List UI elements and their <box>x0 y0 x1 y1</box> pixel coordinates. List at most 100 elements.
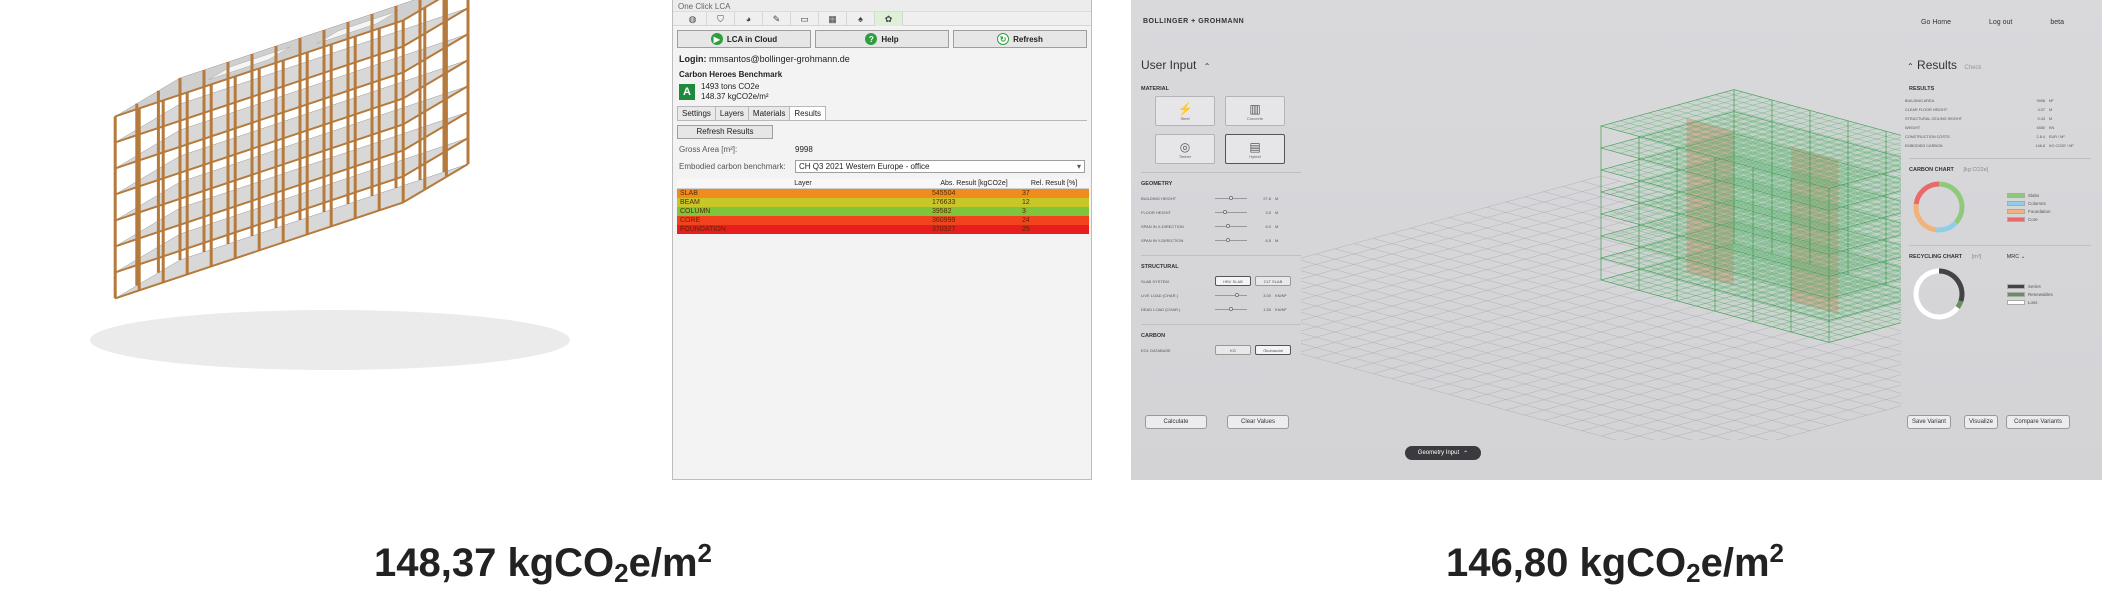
result-unit: M <box>2049 116 2053 121</box>
table-cell: 3 <box>1022 208 1026 215</box>
table-cell: 176633 <box>932 199 956 206</box>
recycling-metric-select[interactable]: MRC ⌄ <box>2007 254 2026 260</box>
param-unit: KN/M² <box>1275 292 1287 298</box>
table-cell: 360999 <box>932 217 956 224</box>
calculate-button[interactable]: Calculate <box>1145 415 1207 429</box>
benchmark-grade: A 1493 tons CO2e 148.37 kgCO2e/m² <box>673 79 1091 102</box>
ground-grid-line <box>1301 175 1602 259</box>
user-input-title[interactable]: User Input ⌃ <box>1141 58 1210 72</box>
legend-item: Foundation <box>2007 207 2051 215</box>
param-slider[interactable] <box>1215 209 1247 214</box>
bell-icon[interactable]: ♠ <box>847 12 875 26</box>
slab-system-row: SLAB SYSTEM HBV SLAB CLT SLAB <box>1137 274 1305 288</box>
lca-in-cloud-button[interactable]: ▶ LCA in Cloud <box>677 30 811 48</box>
play-icon: ▶ <box>710 33 723 45</box>
legend-label: Slabs <box>2028 192 2040 198</box>
material-option-concrete[interactable]: ▥ Concrete <box>1225 96 1285 126</box>
carbon-chart-section: CARBON CHART [kg CO2e] <box>1909 167 1989 173</box>
slider-knob[interactable] <box>1226 237 1231 242</box>
shield-icon[interactable]: ⛉ <box>707 12 735 26</box>
legend-label: Foundation <box>2028 208 2051 214</box>
tab-results[interactable]: Results <box>789 106 827 120</box>
material-label: Concrete <box>1246 115 1264 121</box>
param-value[interactable]: 6.5 <box>1253 238 1271 243</box>
table-cell: FOUNDATION <box>680 226 726 233</box>
compare-variants-button[interactable]: Compare Variants <box>2006 415 2070 429</box>
user-input-panel: MATERIAL ⚡ Steel ▥ Concrete ◎ Timber ▤ Hybrid G… <box>1137 82 1305 357</box>
folder-icon[interactable]: ▭ <box>791 12 819 26</box>
table-icon[interactable]: ▦ <box>819 12 847 26</box>
result-label: EMBODIED CARBON <box>1905 143 1943 148</box>
param-label: SPAN IN Y-DIRECTION <box>1141 237 1184 243</box>
divider <box>1141 255 1301 256</box>
refresh-results-button[interactable]: Refresh Results <box>677 125 773 139</box>
result-unit: EUR / M² <box>2049 134 2065 139</box>
login-email: mmsantos@bollinger-grohmann.de <box>709 54 850 64</box>
go-home-link[interactable]: Go Home <box>1921 19 1951 26</box>
table-cell: SLAB <box>680 190 698 197</box>
web-app: BOLLINGER + GROHMANN Go Home Log out bet… <box>1131 0 2102 480</box>
save-variant-button[interactable]: Save Variant <box>1907 415 1951 429</box>
param-slider[interactable] <box>1215 237 1247 242</box>
help-button[interactable]: ? Help <box>815 30 949 48</box>
plugin-icon[interactable]: ✿ <box>875 12 903 26</box>
table-cell: COLUMN <box>680 208 711 215</box>
legend-item: Columns <box>2007 199 2051 207</box>
legend-swatch <box>2007 299 2025 305</box>
param-value[interactable]: 27.6 <box>1253 196 1271 201</box>
slider-knob[interactable] <box>1223 209 1228 214</box>
param-value[interactable]: 6.0 <box>1253 224 1271 229</box>
table-cell: 24 <box>1022 217 1030 224</box>
material-label: Hybrid <box>1249 153 1261 159</box>
param-slider[interactable] <box>1215 292 1247 297</box>
slab-option-hbv[interactable]: HBV SLAB <box>1215 276 1251 286</box>
result-row: WEIGHT 4580 KN <box>1905 123 2095 132</box>
gross-area-value: 9998 <box>795 145 813 154</box>
concrete-icon: ▥ <box>1249 101 1261 116</box>
structural-section: STRUCTURAL <box>1141 264 1179 270</box>
clear-values-button[interactable]: Clear Values <box>1227 415 1289 429</box>
param-slider[interactable] <box>1215 306 1247 311</box>
slider-knob[interactable] <box>1229 306 1233 311</box>
table-cell: 37 <box>1022 190 1030 197</box>
param-slider[interactable] <box>1215 195 1247 200</box>
globe-icon[interactable]: ◕ <box>735 12 763 26</box>
benchmark-select[interactable]: CH Q3 2021 Western Europe - office <box>795 160 1085 173</box>
slab-option-clt[interactable]: CLT SLAB <box>1255 276 1291 286</box>
tab-materials[interactable]: Materials <box>747 106 791 120</box>
slider-knob[interactable] <box>1229 195 1233 200</box>
refresh-button[interactable]: ↻ Refresh <box>953 30 1087 48</box>
donut-segment <box>1938 181 1965 225</box>
results-section: RESULTS <box>1909 86 1935 92</box>
geometry-viewport[interactable] <box>1301 80 1901 440</box>
result-value: 146.8 <box>2035 143 2045 148</box>
material-option-hybrid[interactable]: ▤ Hybrid <box>1225 134 1285 164</box>
param-value[interactable]: 3.5 <box>1253 210 1271 215</box>
chevron-up-icon: ⌃ <box>1463 450 1469 457</box>
db-option-oekobaudat[interactable]: Ökobaudat <box>1255 345 1291 355</box>
param-row: FLOOR HEIGHT 3.5 M <box>1137 205 1305 219</box>
results-title[interactable]: ⌃ Results Check <box>1907 58 1981 72</box>
donut-segment <box>1913 181 1940 205</box>
result-row: STRUCTURAL CEILING HEIGHT 0.43 M <box>1905 114 2095 123</box>
gross-area-label: Gross Area [m²]: <box>679 145 738 154</box>
param-slider[interactable] <box>1215 223 1247 228</box>
param-value[interactable]: 3.00 <box>1253 293 1271 298</box>
slider-knob[interactable] <box>1234 292 1239 297</box>
result-value: 0.43 <box>2037 116 2045 121</box>
leaf-icon[interactable]: ◍ <box>679 12 707 26</box>
material-option-timber[interactable]: ◎ Timber <box>1155 134 1215 164</box>
slider-knob[interactable] <box>1226 223 1231 228</box>
table-cell: BEAM <box>680 199 700 206</box>
result-unit: M <box>2049 107 2053 112</box>
geometry-input-button[interactable]: Geometry Input ⌃ <box>1405 446 1481 460</box>
tab-settings[interactable]: Settings <box>677 106 716 120</box>
tab-layers[interactable]: Layers <box>714 106 749 120</box>
logout-link[interactable]: Log out <box>1989 19 2012 26</box>
rhino-viewport[interactable] <box>0 0 670 480</box>
param-value[interactable]: 1.50 <box>1253 307 1271 312</box>
visualize-button[interactable]: Visualize <box>1964 415 1998 429</box>
pencil-icon[interactable]: ✎ <box>763 12 791 26</box>
db-option-kg[interactable]: KG <box>1215 345 1251 355</box>
material-option-steel[interactable]: ⚡ Steel <box>1155 96 1215 126</box>
